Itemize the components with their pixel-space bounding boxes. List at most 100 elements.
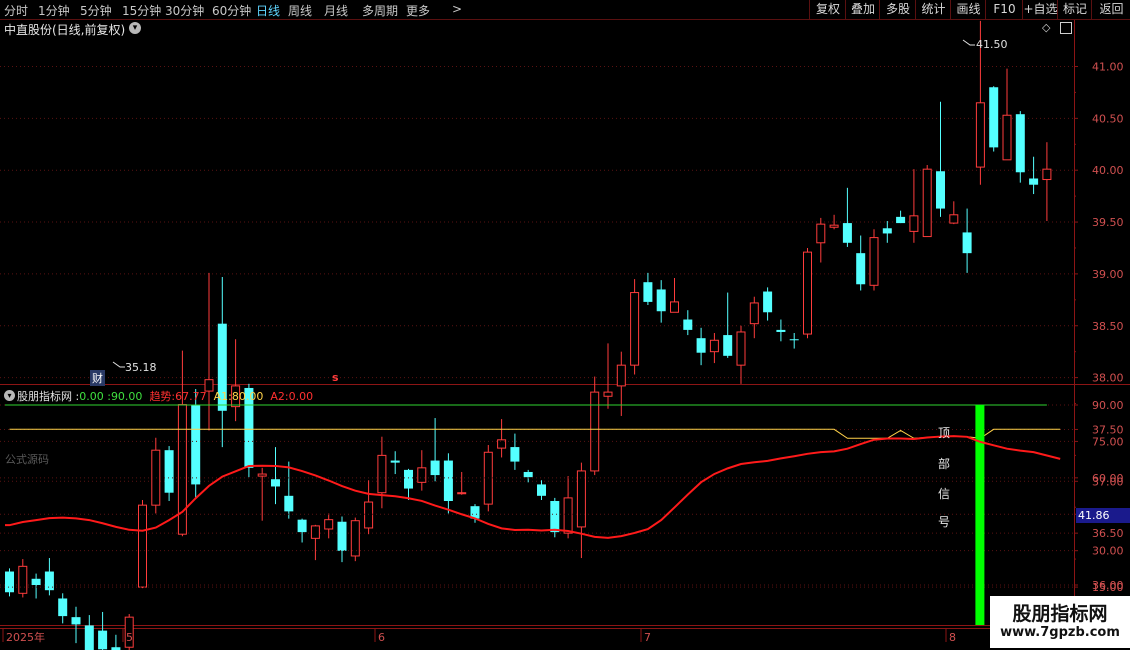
candle-body[interactable] — [71, 617, 81, 625]
candle-body[interactable] — [563, 497, 573, 534]
a1-value: 80.00 — [231, 390, 264, 403]
candle-body[interactable] — [5, 571, 14, 593]
candle-body[interactable] — [616, 364, 626, 387]
candle-body[interactable] — [550, 501, 560, 533]
candle-body[interactable] — [164, 450, 174, 493]
candle-body[interactable] — [962, 232, 972, 254]
candle-body[interactable] — [337, 521, 347, 551]
candle-body[interactable] — [324, 519, 334, 530]
candle-body[interactable] — [630, 292, 640, 366]
candle-body[interactable] — [576, 470, 586, 528]
price-axis-label: 39.00 — [1092, 268, 1124, 281]
trend-value: 67.77 — [175, 390, 207, 403]
stock-title: 中直股份(日线,前复权) — [4, 23, 126, 37]
candle-body[interactable] — [443, 460, 453, 502]
candle-body[interactable] — [749, 302, 759, 325]
candle-body[interactable] — [590, 391, 600, 472]
candle-body[interactable] — [603, 391, 613, 397]
a2-label: A2: — [270, 390, 289, 403]
candle-body[interactable] — [271, 479, 280, 487]
candle-body[interactable] — [510, 447, 520, 462]
high-price-label: 41.50 — [976, 38, 1008, 51]
indicator-axis-label: 60.00 — [1092, 472, 1124, 485]
candle-body[interactable] — [404, 469, 413, 489]
candle-body[interactable] — [922, 168, 932, 238]
price-axis-label: 40.50 — [1092, 112, 1124, 125]
candle-body[interactable] — [191, 404, 201, 485]
signal-char-4: 号 — [938, 515, 951, 529]
candle-body[interactable] — [1029, 178, 1039, 185]
indicator-v2: 90.00 — [110, 390, 143, 403]
candle-body[interactable] — [537, 484, 546, 496]
candle-body[interactable] — [763, 291, 773, 313]
a1-line — [9, 428, 1061, 439]
candle-body[interactable] — [842, 223, 852, 243]
candle-body[interactable] — [1002, 114, 1012, 161]
candle-body[interactable] — [803, 251, 812, 335]
candle-body[interactable] — [896, 216, 906, 224]
candle-body[interactable] — [949, 214, 959, 224]
s-marker[interactable]: s — [332, 371, 339, 384]
candle-body[interactable] — [138, 504, 147, 588]
candle-body[interactable] — [58, 598, 68, 617]
top-signal-bar — [975, 405, 985, 625]
candle-body[interactable] — [523, 471, 533, 478]
candle-body[interactable] — [829, 224, 839, 228]
candle-body[interactable] — [430, 460, 440, 476]
candle-body[interactable] — [1042, 168, 1052, 181]
candle-body[interactable] — [364, 501, 374, 529]
title-dropdown-icon[interactable]: ▾ — [129, 22, 141, 34]
candle-body[interactable] — [975, 102, 985, 168]
window-icon[interactable] — [1060, 22, 1072, 34]
candle-body[interactable] — [936, 171, 945, 209]
current-value-badge: 41.86 — [1076, 508, 1130, 523]
candle-body[interactable] — [670, 301, 679, 313]
low-pointer-line — [112, 361, 125, 368]
candle-body[interactable] — [257, 473, 267, 477]
candle-body[interactable] — [1015, 114, 1025, 173]
diamond-icon[interactable]: ◇ — [1042, 22, 1054, 34]
candle-body[interactable] — [656, 289, 666, 312]
candle-body[interactable] — [310, 525, 320, 539]
watermark-line1: 股朋指标网 — [1012, 603, 1108, 625]
candle-body[interactable] — [816, 223, 826, 244]
candle-body[interactable] — [696, 338, 706, 353]
candle-body[interactable] — [869, 237, 879, 286]
candle-body[interactable] — [989, 87, 999, 148]
candle-body[interactable] — [284, 495, 294, 512]
candle-body[interactable] — [776, 329, 786, 332]
candle-body[interactable] — [643, 282, 653, 302]
indicator-axis-label: 90.00 — [1092, 399, 1124, 412]
indicator-axis-label: 30.00 — [1092, 545, 1124, 558]
candle-body[interactable] — [84, 625, 94, 650]
time-axis-label: 8 — [949, 631, 956, 644]
price-axis-label: 38.00 — [1092, 372, 1124, 385]
candle-body[interactable] — [417, 467, 427, 483]
candle-body[interactable] — [31, 578, 41, 585]
candle-body[interactable] — [457, 492, 467, 495]
candle-body[interactable] — [856, 253, 866, 285]
candle-body[interactable] — [683, 319, 693, 330]
indicator-dropdown-icon[interactable]: ▾ — [4, 390, 15, 401]
watermark: 股朋指标网 www.7gpzb.com — [990, 596, 1130, 648]
signal-char-2: 部 — [938, 457, 951, 471]
time-axis-label: 2025年 — [6, 630, 45, 644]
a2-value: 0.00 — [288, 390, 314, 403]
candle-body[interactable] — [909, 215, 919, 232]
candle-body[interactable] — [789, 339, 799, 341]
candle-body[interactable] — [390, 460, 400, 463]
time-axis-label: 5 — [126, 631, 133, 644]
candle-body[interactable] — [709, 339, 719, 353]
indicator-axis-label: 75.00 — [1092, 435, 1124, 448]
formula-source-link[interactable]: 公式源码 — [5, 451, 49, 467]
price-axis-label: 41.00 — [1092, 61, 1124, 74]
finance-marker[interactable]: 财 — [90, 370, 105, 386]
candle-body[interactable] — [377, 454, 387, 494]
candle-body[interactable] — [736, 331, 746, 366]
candle-body[interactable] — [297, 519, 307, 533]
chart-area[interactable]: 41.0040.5040.0039.5039.0038.5038.0037.50… — [0, 0, 1130, 650]
candle-body[interactable] — [98, 630, 108, 650]
candle-body[interactable] — [723, 335, 733, 356]
candle-body[interactable] — [882, 228, 892, 234]
candle-body[interactable] — [18, 565, 28, 594]
